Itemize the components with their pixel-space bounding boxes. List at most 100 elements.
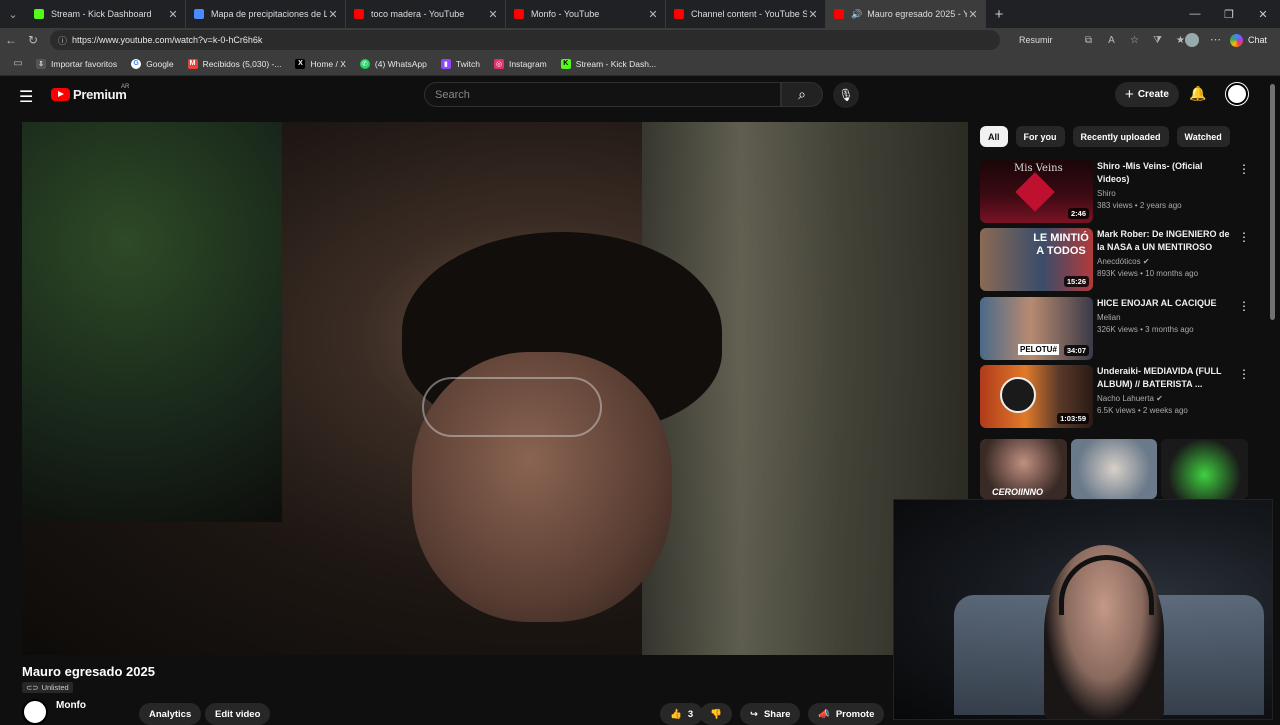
more-options-icon[interactable]: ⋮	[1238, 299, 1250, 313]
chip-all[interactable]: All	[980, 126, 1008, 147]
channel-avatar[interactable]	[22, 699, 48, 725]
speaker-icon[interactable]: 🔊	[851, 9, 862, 20]
tab-list-chevron-icon[interactable]: ⌄	[0, 0, 26, 28]
new-tab-icon[interactable]: +	[986, 6, 1012, 23]
close-tab-icon[interactable]: ✕	[967, 8, 979, 21]
translate-icon[interactable]: A	[1103, 31, 1120, 49]
view-count: 6.5K views • 2 weeks ago	[1097, 406, 1188, 415]
back-icon[interactable]: ←	[0, 33, 22, 47]
channel-name[interactable]: Melian	[1097, 313, 1237, 322]
recommended-video[interactable]: 1:03:59 Underaiki- MEDIAVIDA (FULL ALBUM…	[980, 365, 1260, 429]
megaphone-icon: 📣	[818, 708, 830, 720]
twitch-icon: ▮	[440, 58, 451, 69]
close-window-icon[interactable]: ✕	[1246, 0, 1280, 28]
short-thumbnail[interactable]	[1161, 439, 1249, 499]
minimize-icon[interactable]: —	[1178, 0, 1212, 28]
close-tab-icon[interactable]: ✕	[807, 8, 819, 21]
bookmark-item[interactable]: K Stream - Kick Dash...	[560, 58, 656, 69]
video-thumbnail[interactable]: Mis Veins 2:46	[980, 160, 1093, 223]
video-thumbnail[interactable]: PELOTU# 34:07	[980, 297, 1093, 360]
reload-icon[interactable]: ↻	[22, 33, 44, 47]
close-tab-icon[interactable]: ✕	[167, 8, 179, 21]
browser-tab[interactable]: toco madera - YouTube ✕	[346, 0, 506, 28]
channel-name[interactable]: Nacho Lahuerta ✔	[1097, 394, 1237, 403]
page-scrollbar[interactable]	[1270, 84, 1275, 320]
video-meta: HICE ENOJAR AL CACIQUE Melian 326K views…	[1097, 297, 1237, 334]
chip-for-you[interactable]: For you	[1015, 126, 1065, 147]
browser-tab[interactable]: Channel content - YouTube Studio✕	[666, 0, 826, 28]
video-duration: 1:03:59	[1057, 413, 1089, 424]
bookmark-item[interactable]: G Google	[131, 58, 174, 69]
video-meta: Shiro -Mis Veins- (Oficial Videos) Shiro…	[1097, 160, 1237, 210]
bookmarks-bar: ▭ ⇩ Importar favoritos G Google M Recibidos…	[0, 52, 1280, 76]
youtube-header: ☰ Premium AR Search ⌕ 🎙 + Create 🔔	[0, 76, 1280, 116]
youtube-premium-logo[interactable]: Premium AR	[51, 84, 129, 102]
browser-profile-avatar[interactable]	[1185, 33, 1199, 47]
bookmark-item[interactable]: ✆ (4) WhatsApp	[359, 58, 427, 69]
short-thumbnail[interactable]: CEROIINNO	[980, 439, 1067, 499]
more-options-icon[interactable]: ⋮	[1238, 162, 1250, 176]
video-title[interactable]: Shiro -Mis Veins- (Oficial Videos)	[1097, 160, 1237, 186]
browser-tab[interactable]: Stream - Kick Dashboard ✕	[26, 0, 186, 28]
bookmark-item[interactable]: ⇩ Importar favoritos	[36, 58, 117, 69]
edit-video-button[interactable]: Edit video	[205, 703, 271, 725]
close-tab-icon[interactable]: ✕	[327, 8, 339, 21]
chip-recently-uploaded[interactable]: Recently uploaded	[1072, 126, 1169, 147]
close-tab-icon[interactable]: ✕	[647, 8, 659, 21]
browser-tab[interactable]: Mapa de precipitaciones de Lanús✕	[186, 0, 346, 28]
bookmark-item[interactable]: ▮ Twitch	[440, 58, 480, 69]
thumbnail-text: Mis Veins	[1014, 163, 1063, 174]
search-button[interactable]: ⌕	[781, 82, 823, 107]
split-screen-icon[interactable]: ⧉	[1080, 31, 1097, 49]
youtube-studio-icon	[674, 9, 684, 19]
extensions-icon[interactable]: ⧩	[1149, 31, 1166, 49]
account-avatar[interactable]	[1226, 83, 1248, 105]
recommended-video[interactable]: LE MINTIÓ A TODOS 15:26 Mark Rober: De I…	[980, 228, 1260, 292]
video-title[interactable]: Underaiki- MEDIAVIDA (FULL ALBUM) // BAT…	[1097, 365, 1237, 391]
recommended-video[interactable]: PELOTU# 34:07 HICE ENOJAR AL CACIQUE Mel…	[980, 297, 1260, 361]
more-options-icon[interactable]: ⋮	[1238, 230, 1250, 244]
summarize-button[interactable]: Resumir	[1019, 35, 1053, 45]
thumbnail-text: PELOTU#	[1018, 344, 1059, 355]
hamburger-menu-icon[interactable]: ☰	[19, 87, 33, 107]
short-thumbnail[interactable]	[1070, 439, 1158, 499]
browser-tab-active[interactable]: 🔊 Mauro egresado 2025 - YouTube✕	[826, 0, 986, 28]
voice-search-button[interactable]: 🎙	[833, 82, 859, 108]
browser-tab[interactable]: Monfo - YouTube ✕	[506, 0, 666, 28]
video-thumbnail[interactable]: 1:03:59	[980, 365, 1093, 428]
share-button[interactable]: ↪ Share	[740, 703, 801, 725]
video-thumbnail[interactable]: LE MINTIÓ A TODOS 15:26	[980, 228, 1093, 291]
video-player[interactable]	[22, 122, 968, 655]
restore-icon[interactable]: ❐	[1212, 0, 1246, 28]
site-info-icon[interactable]: ⓘ	[58, 34, 67, 47]
channel-name[interactable]: Shiro	[1097, 189, 1237, 198]
bookmark-item[interactable]: M Recibidos (5,030) -...	[187, 58, 281, 69]
copilot-chat-button[interactable]: Chat	[1230, 32, 1267, 48]
chip-watched[interactable]: Watched	[1176, 126, 1230, 147]
channel-name[interactable]: Monfo	[56, 700, 86, 711]
bookmark-item[interactable]: ◎ Instagram	[493, 58, 547, 69]
channel-name[interactable]: Anecdóticos ✔	[1097, 257, 1237, 266]
close-tab-icon[interactable]: ✕	[487, 8, 499, 21]
promote-button[interactable]: 📣 Promote	[808, 703, 885, 725]
dislike-button[interactable]: 👎	[700, 703, 732, 725]
more-menu-icon[interactable]: ⋯	[1210, 33, 1221, 46]
tab-title: Mapa de precipitaciones de Lanús	[211, 9, 327, 19]
youtube-play-icon	[51, 88, 70, 101]
microphone-icon: 🎙	[838, 88, 854, 102]
more-options-icon[interactable]: ⋮	[1238, 367, 1250, 381]
analytics-button[interactable]: Analytics	[139, 703, 202, 725]
url-field[interactable]: ⓘ https://www.youtube.com/watch?v=k-0-hC…	[50, 30, 1000, 50]
search-input[interactable]: Search	[424, 82, 781, 107]
bookmarks-collection-icon[interactable]: ▭	[0, 58, 36, 69]
create-button[interactable]: + Create	[1115, 82, 1179, 107]
video-title[interactable]: HICE ENOJAR AL CACIQUE	[1097, 297, 1237, 310]
video-title[interactable]: Mark Rober: De INGENIERO de la NASA a UN…	[1097, 228, 1237, 254]
chat-label: Chat	[1248, 35, 1268, 45]
notifications-bell-icon[interactable]: 🔔	[1189, 85, 1206, 102]
bookmark-item[interactable]: X Home / X	[295, 58, 346, 69]
recommended-video[interactable]: Mis Veins 2:46 Shiro -Mis Veins- (Oficia…	[980, 160, 1260, 224]
view-count: 893K views • 10 months ago	[1097, 269, 1199, 278]
like-button[interactable]: 👍 3	[660, 703, 704, 725]
favorite-star-icon[interactable]: ☆	[1126, 31, 1143, 49]
